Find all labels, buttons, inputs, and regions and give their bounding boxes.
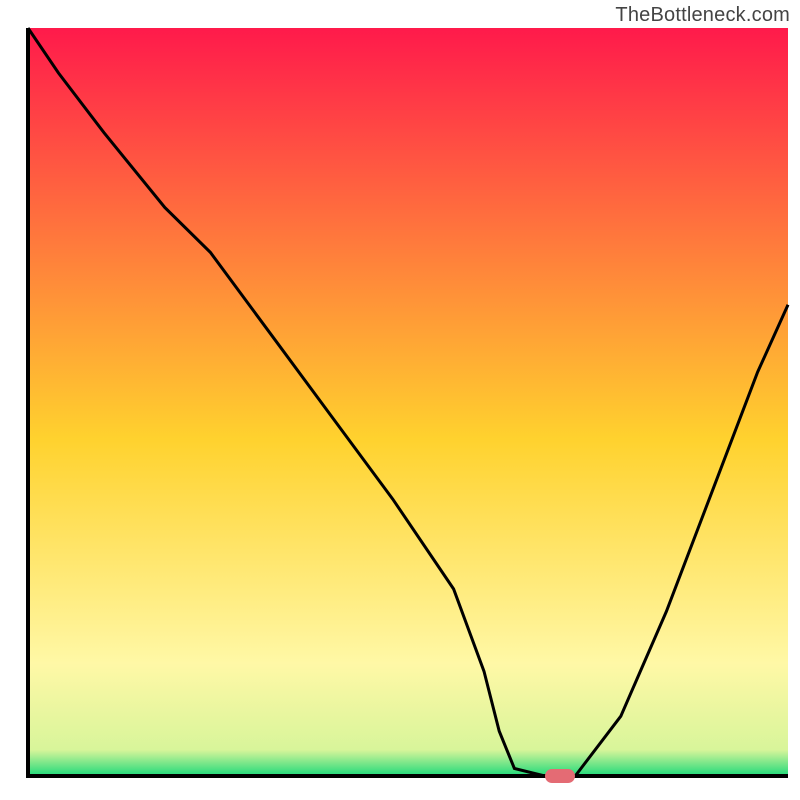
plot-background	[28, 28, 788, 776]
optimal-marker	[545, 769, 575, 783]
watermark-label: TheBottleneck.com	[615, 4, 790, 27]
bottleneck-chart: TheBottleneck.com	[0, 0, 800, 800]
chart-svg	[0, 0, 800, 800]
